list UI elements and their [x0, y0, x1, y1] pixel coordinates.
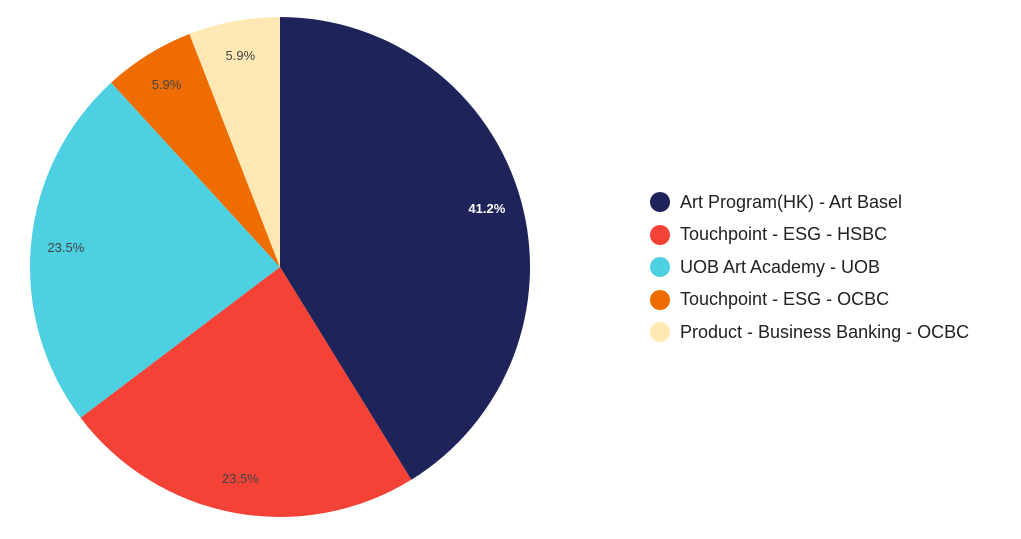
legend-swatch	[650, 322, 670, 343]
slice-value-label: 5.9%	[152, 77, 182, 92]
legend-swatch	[650, 289, 670, 310]
legend-label: Touchpoint - ESG - HSBC	[680, 224, 888, 245]
legend-item[interactable]: Touchpoint - ESG - HSBC	[650, 219, 969, 252]
legend-label: UOB Art Academy - UOB	[680, 256, 881, 277]
legend-label: Product - Business Banking - OCBC	[680, 321, 970, 342]
slice-value-label: 5.9%	[226, 48, 256, 63]
slice-value-label: 41.2%	[468, 201, 505, 216]
pie-slices	[29, 17, 531, 517]
slice-value-label: 23.5%	[222, 471, 259, 486]
legend-swatch	[650, 224, 670, 245]
legend-item[interactable]: Touchpoint - ESG - OCBC	[650, 284, 969, 317]
legend-item[interactable]: UOB Art Academy - UOB	[650, 251, 969, 284]
legend-item[interactable]: Product - Business Banking - OCBC	[650, 316, 969, 349]
legend-swatch	[650, 192, 670, 213]
slice-value-label: 23.5%	[47, 240, 84, 255]
legend-swatch	[650, 257, 670, 278]
chart-legend: Art Program(HK) - Art Basel Touchpoint -…	[650, 186, 969, 349]
legend-label: Art Program(HK) - Art Basel	[680, 191, 903, 212]
legend-item[interactable]: Art Program(HK) - Art Basel	[650, 186, 969, 219]
legend-label: Touchpoint - ESG - OCBC	[680, 289, 890, 310]
